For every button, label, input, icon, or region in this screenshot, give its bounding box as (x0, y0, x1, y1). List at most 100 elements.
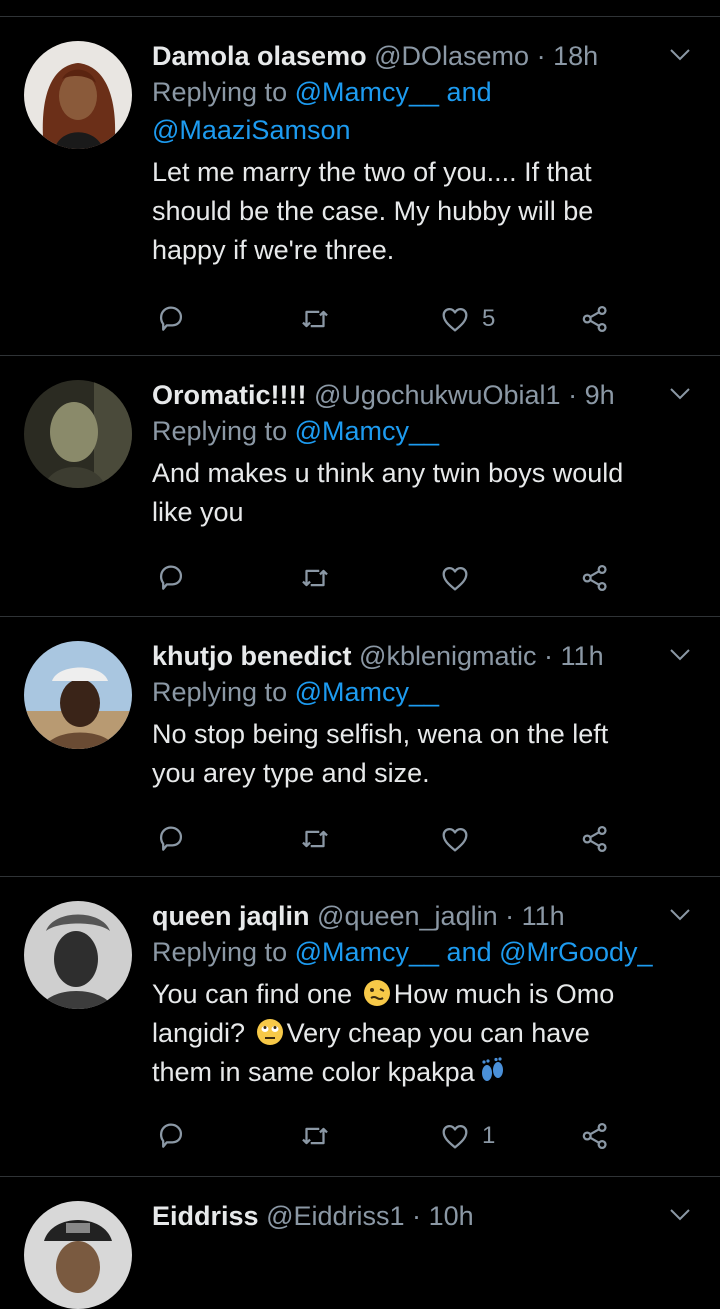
like-icon (442, 1124, 468, 1149)
replying-to-label: Replying to (152, 937, 288, 967)
tweet[interactable]: Eiddriss @Eiddriss1 · 10h (0, 1177, 720, 1309)
chevron-down-icon[interactable] (668, 386, 692, 402)
timestamp[interactable]: 11h (522, 901, 565, 931)
tweet-text-segment: Very cheap you can have (286, 1018, 590, 1048)
tweet-text-segment: You can find one (152, 979, 353, 1009)
replying-to-label: Replying to (152, 77, 288, 107)
tweet-text-line: you arey type and size. (152, 758, 430, 788)
like-button[interactable] (438, 819, 482, 859)
tweet-text-segment: How much is Omo (393, 979, 615, 1009)
tweet-text-line: No stop being selfish, wena on the left (152, 719, 609, 749)
author-handle[interactable]: @queen_jaqlin (317, 901, 498, 931)
tweet-text: And makes u think any twin boys would li… (152, 454, 700, 532)
avatar[interactable] (24, 380, 132, 488)
replying-to-label: Replying to (152, 677, 288, 707)
chevron-down-icon[interactable] (668, 647, 692, 663)
tweet[interactable]: Damola olasemo @DOlasemo · 18h Replying … (0, 17, 720, 356)
avatar[interactable] (24, 1201, 132, 1309)
chevron-down-icon[interactable] (668, 1207, 692, 1223)
reply-icon (159, 1123, 183, 1148)
chevron-down-icon[interactable] (668, 47, 692, 63)
author-name[interactable]: khutjo benedict (152, 641, 352, 671)
timestamp[interactable]: 9h (585, 380, 615, 410)
tweet-text-line: Let me marry the two of you.... If that (152, 157, 592, 187)
tweet-text: No stop being selfish, wena on the left … (152, 715, 700, 793)
author-name[interactable]: Damola olasemo (152, 41, 367, 71)
tweet-text-segment: them in same color kpakpa (152, 1057, 475, 1087)
tweet-text-segment: langidi? (152, 1018, 246, 1048)
like-icon (442, 827, 468, 852)
author-name[interactable]: Eiddriss (152, 1201, 259, 1231)
woozy-face-emoji-icon (363, 980, 390, 1006)
reply-button[interactable] (154, 1116, 188, 1156)
share-icon (582, 1122, 607, 1150)
replying-to: Replying to @Mamcy__ and @MrGoody_ (152, 933, 700, 971)
reply-icon (159, 565, 183, 590)
author-handle[interactable]: @UgochukwuObial1 (314, 380, 561, 410)
tweet-actions (152, 819, 632, 859)
replying-to: Replying to @Mamcy__ (152, 412, 700, 450)
author-name[interactable]: queen jaqlin (152, 901, 310, 931)
separator: · (568, 380, 578, 410)
reply-icon (159, 306, 183, 331)
share-button[interactable] (578, 558, 612, 598)
tweet-text-line: happy if we're three. (152, 235, 395, 265)
retweet-button[interactable] (298, 1116, 332, 1156)
author-handle[interactable]: @DOlasemo (374, 41, 529, 71)
tweet-actions: 1 (152, 1116, 632, 1156)
tweet-actions (152, 558, 632, 598)
reply-mentions[interactable]: @Mamcy__ (295, 416, 439, 446)
avatar[interactable] (24, 641, 132, 749)
reply-button[interactable] (154, 819, 188, 859)
like-count: 5 (482, 305, 496, 332)
separator: · (505, 901, 515, 931)
like-button[interactable] (438, 558, 482, 598)
like-icon (442, 566, 468, 591)
timestamp[interactable]: 10h (429, 1201, 474, 1231)
like-button[interactable]: 1 (438, 1116, 495, 1156)
retweet-button[interactable] (298, 299, 332, 339)
retweet-icon (302, 830, 328, 848)
separator: · (544, 641, 554, 671)
share-button[interactable] (578, 819, 612, 859)
retweet-icon (302, 1127, 328, 1145)
tweet-actions: 5 (152, 299, 632, 339)
retweet-button[interactable] (298, 558, 332, 598)
tweet[interactable]: Oromatic!!!! @UgochukwuObial1 · 9h Reply… (0, 356, 720, 617)
retweet-icon (302, 310, 328, 328)
avatar[interactable] (24, 41, 132, 149)
separator: · (412, 1201, 422, 1231)
reply-mentions[interactable]: @MaaziSamson (152, 115, 350, 145)
retweet-button[interactable] (298, 819, 332, 859)
share-icon (582, 825, 607, 853)
author-handle[interactable]: @kblenigmatic (359, 641, 536, 671)
share-button[interactable] (578, 1116, 612, 1156)
tweet-text-line: like you (152, 497, 244, 527)
like-count: 1 (482, 1122, 496, 1149)
reply-mentions[interactable]: @Mamcy__ (295, 677, 439, 707)
replying-to: Replying to @Mamcy__ and @MaaziSamson (152, 73, 700, 149)
reply-mentions[interactable]: @Mamcy__ and @MrGoody_ (295, 937, 653, 967)
share-button[interactable] (578, 299, 612, 339)
chevron-down-icon[interactable] (668, 907, 692, 923)
replying-to: Replying to @Mamcy__ (152, 673, 700, 711)
footprints-emoji-icon (481, 1057, 503, 1081)
retweet-icon (302, 569, 328, 587)
separator: · (536, 41, 546, 71)
tweet-text-line: And makes u think any twin boys would (152, 458, 624, 488)
eye-roll-emoji-icon (256, 1019, 283, 1045)
author-name[interactable]: Oromatic!!!! (152, 380, 307, 410)
like-button[interactable]: 5 (438, 299, 495, 339)
share-icon (582, 305, 607, 333)
timestamp[interactable]: 11h (561, 641, 604, 671)
tweet-text: You can find one How much is Omo langidi… (152, 975, 700, 1092)
tweet[interactable]: khutjo benedict @kblenigmatic · 11h Repl… (0, 617, 720, 877)
reply-button[interactable] (154, 299, 188, 339)
reply-icon (159, 826, 183, 851)
author-handle[interactable]: @Eiddriss1 (266, 1201, 404, 1231)
reply-button[interactable] (154, 558, 188, 598)
avatar[interactable] (24, 901, 132, 1009)
reply-mentions[interactable]: @Mamcy__ and (295, 77, 492, 107)
tweet[interactable]: queen jaqlin @queen_jaqlin · 11h Replyin… (0, 877, 720, 1177)
timestamp[interactable]: 18h (553, 41, 598, 71)
